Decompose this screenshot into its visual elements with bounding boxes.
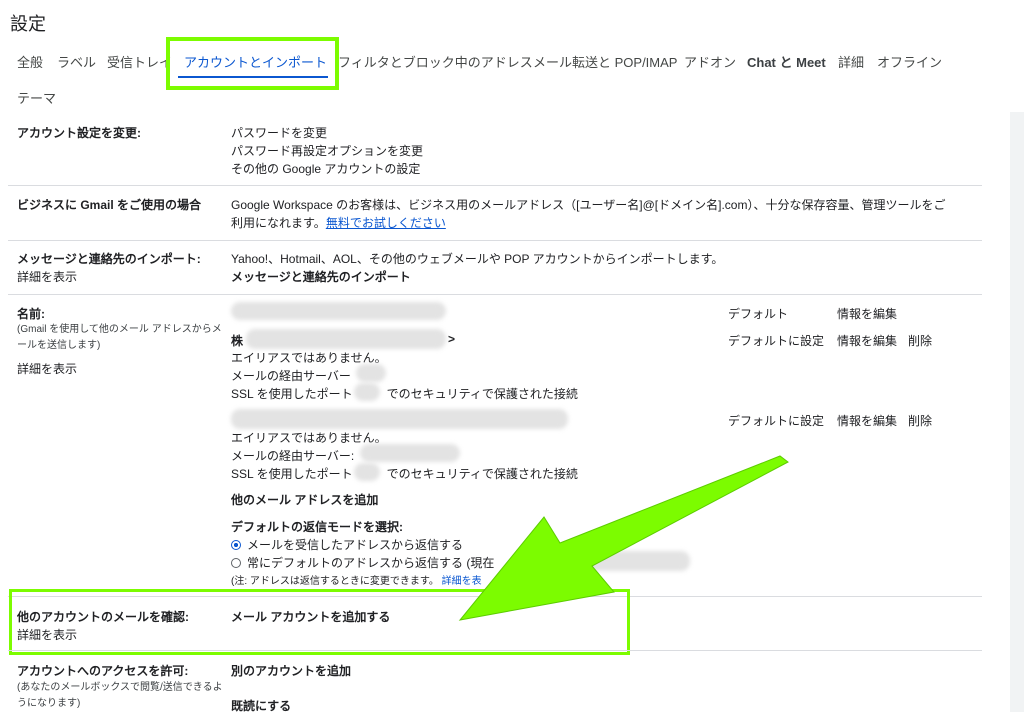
annotation-arrow-icon [458, 455, 789, 621]
arrow-shape [458, 455, 789, 621]
